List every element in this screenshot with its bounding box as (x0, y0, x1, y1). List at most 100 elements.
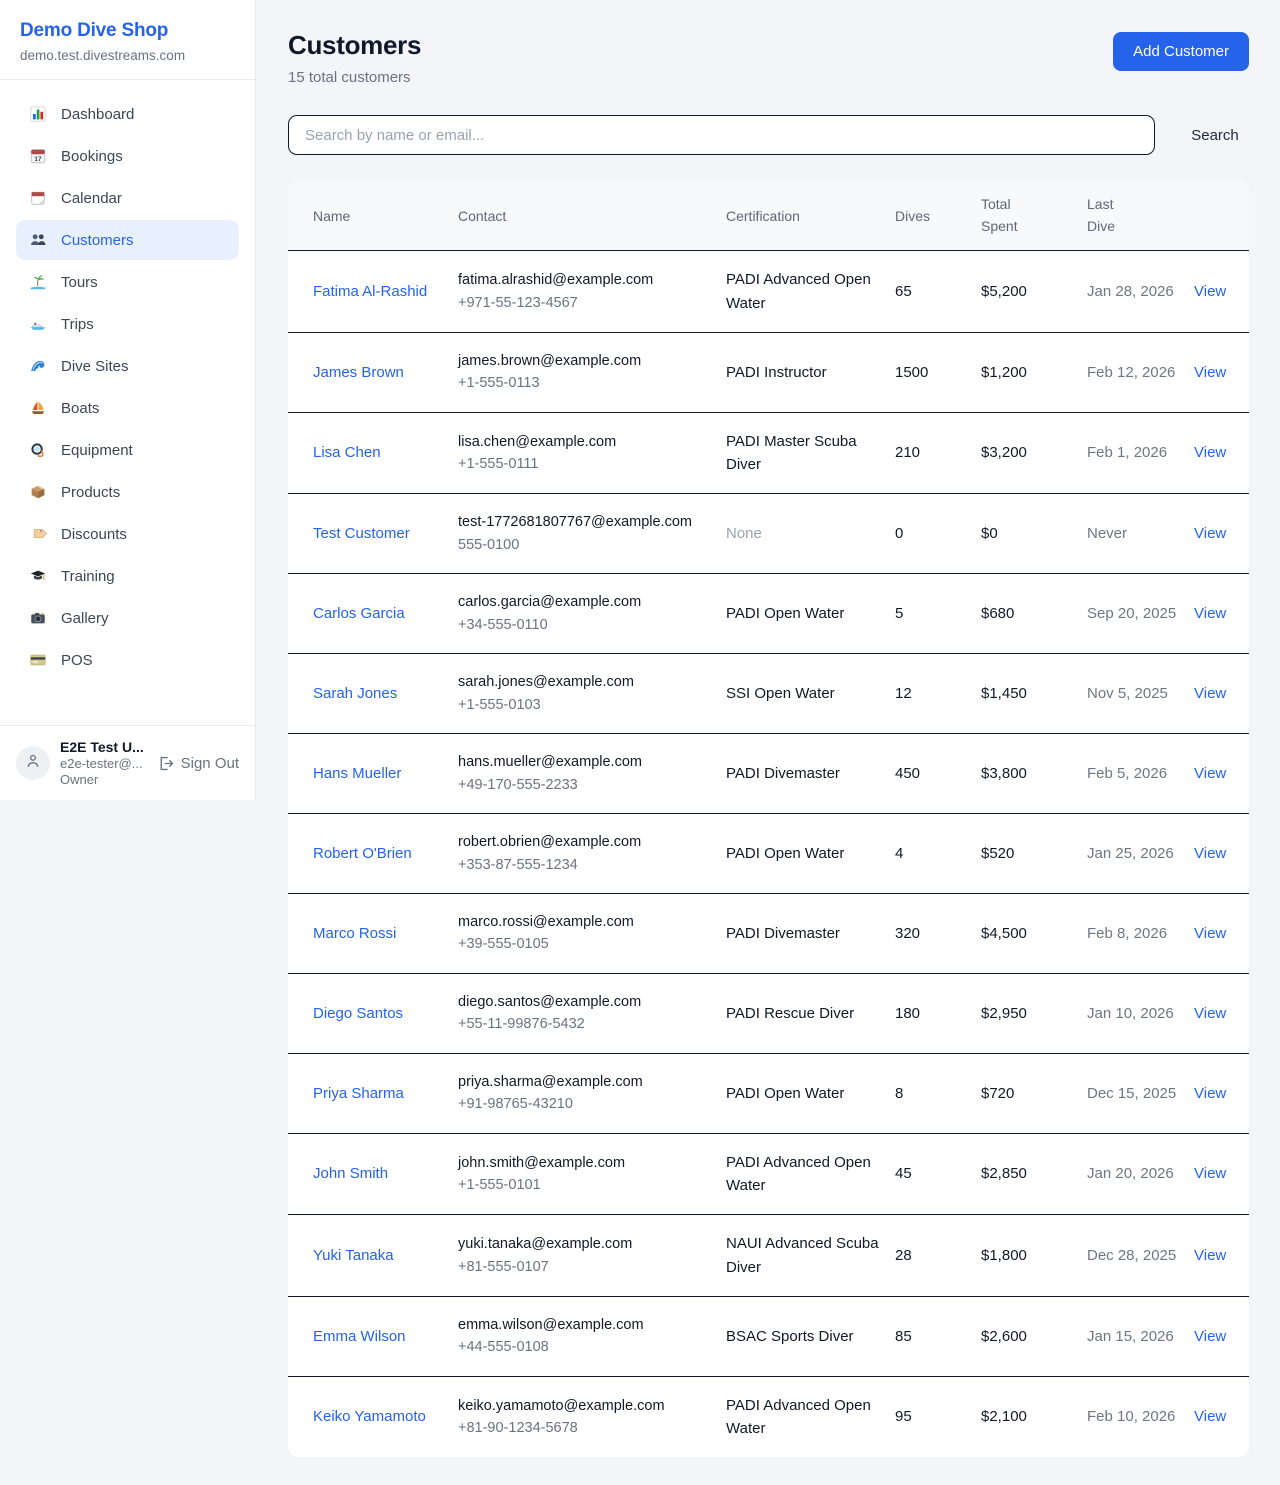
view-link[interactable]: View (1194, 1247, 1226, 1264)
sidebar-item-bookings[interactable]: 17 Bookings (16, 136, 239, 176)
customer-phone: +34-555-0110 (458, 614, 714, 636)
view-link[interactable]: View (1194, 1165, 1226, 1182)
customer-name-link[interactable]: Test Customer (313, 525, 410, 542)
certification: PADI Advanced Open Water (726, 271, 871, 311)
person-icon (24, 752, 42, 775)
certification: PADI Instructor (726, 364, 827, 381)
customer-phone: +1-555-0113 (458, 372, 714, 394)
customer-email: robert.obrien@example.com (458, 831, 714, 853)
sidebar-item-boats[interactable]: Boats (16, 388, 239, 428)
customers-table: NameContactCertificationDivesTotal Spent… (288, 181, 1249, 1457)
main-content: Customers 15 total customers Add Custome… (256, 0, 1280, 1483)
dives-count: 210 (895, 412, 981, 494)
svg-text:17: 17 (34, 156, 42, 163)
sidebar-item-pos[interactable]: POS (16, 640, 239, 680)
customer-name-link[interactable]: Sarah Jones (313, 685, 397, 702)
customer-email: yuki.tanaka@example.com (458, 1233, 714, 1255)
customer-name-link[interactable]: James Brown (313, 364, 404, 381)
customer-name-link[interactable]: Yuki Tanaka (313, 1247, 394, 1264)
sidebar-item-label: Dive Sites (61, 358, 129, 375)
sidebar-item-label: Bookings (61, 148, 123, 165)
sidebar-item-discounts[interactable]: Discounts (16, 514, 239, 554)
dives-count: 12 (895, 654, 981, 734)
total-spent: $1,450 (981, 654, 1087, 734)
view-link[interactable]: View (1194, 845, 1226, 862)
dive-sites-icon (28, 356, 48, 376)
customer-email: priya.sharma@example.com (458, 1071, 714, 1093)
sign-out-button[interactable]: Sign Out (157, 755, 239, 772)
customer-phone: +353-87-555-1234 (458, 854, 714, 876)
customer-name-link[interactable]: Diego Santos (313, 1005, 403, 1022)
view-link[interactable]: View (1194, 925, 1226, 942)
customer-name-link[interactable]: Keiko Yamamoto (313, 1408, 426, 1425)
search-input[interactable] (288, 115, 1155, 155)
sidebar: Demo Dive Shop demo.test.divestreams.com… (0, 0, 256, 800)
customer-name-link[interactable]: Emma Wilson (313, 1328, 406, 1345)
certification: BSAC Sports Diver (726, 1328, 854, 1345)
table-row: John Smithjohn.smith@example.com+1-555-0… (288, 1133, 1249, 1215)
view-link[interactable]: View (1194, 685, 1226, 702)
table-row: Keiko Yamamoto keiko.yamamoto@example.com… (288, 1376, 1249, 1457)
customer-phone: +91-98765-43210 (458, 1093, 714, 1115)
customer-name-link[interactable]: Robert O'Brien (313, 845, 412, 862)
sidebar-item-label: Equipment (61, 442, 133, 459)
dives-count: 1500 (895, 332, 981, 412)
sidebar-item-trips[interactable]: Trips (16, 304, 239, 344)
sidebar-item-calendar[interactable]: Calendar (16, 178, 239, 218)
calendar-icon (28, 188, 48, 208)
certification: PADI Open Water (726, 1085, 844, 1102)
sidebar-item-training[interactable]: Training (16, 556, 239, 596)
dives-count: 320 (895, 894, 981, 974)
customer-name-link[interactable]: Priya Sharma (313, 1085, 404, 1102)
view-link[interactable]: View (1194, 765, 1226, 782)
view-link[interactable]: View (1194, 605, 1226, 622)
customer-email: fatima.alrashid@example.com (458, 269, 714, 291)
customer-phone: +55-11-99876-5432 (458, 1013, 714, 1035)
sidebar-item-customers[interactable]: Customers (16, 220, 239, 260)
view-link[interactable]: View (1194, 1408, 1226, 1425)
customer-phone: +44-555-0108 (458, 1336, 714, 1358)
page-title: Customers (288, 30, 421, 61)
customer-phone: +971-55-123-4567 (458, 292, 714, 314)
products-icon (28, 482, 48, 502)
sidebar-item-dashboard[interactable]: Dashboard (16, 94, 239, 134)
sidebar-item-products[interactable]: Products (16, 472, 239, 512)
customer-name-link[interactable]: John Smith (313, 1165, 388, 1182)
customer-name-link[interactable]: Hans Mueller (313, 765, 401, 782)
search-button[interactable]: Search (1181, 119, 1249, 152)
avatar (16, 746, 50, 780)
view-link[interactable]: View (1194, 1085, 1226, 1102)
sidebar-item-label: Discounts (61, 526, 127, 543)
certification: PADI Divemaster (726, 925, 840, 942)
view-link[interactable]: View (1194, 1328, 1226, 1345)
table-row: Priya Sharma priya.sharma@example.com+91-… (288, 1053, 1249, 1133)
sidebar-item-equipment[interactable]: Equipment (16, 430, 239, 470)
brand-title: Demo Dive Shop (20, 20, 235, 42)
discounts-icon (28, 524, 48, 544)
customer-name-link[interactable]: Marco Rossi (313, 925, 396, 942)
customer-email: keiko.yamamoto@example.com (458, 1395, 714, 1417)
view-link[interactable]: View (1194, 283, 1226, 300)
sidebar-item-tours[interactable]: Tours (16, 262, 239, 302)
view-link[interactable]: View (1194, 1005, 1226, 1022)
dives-count: 0 (895, 494, 981, 574)
add-customer-button[interactable]: Add Customer (1113, 32, 1249, 71)
sign-out-icon (157, 755, 174, 772)
customer-phone: +1-555-0103 (458, 694, 714, 716)
column-header-dives: Dives (895, 181, 981, 251)
view-link[interactable]: View (1194, 364, 1226, 381)
customer-name-link[interactable]: Fatima Al-Rashid (313, 283, 427, 300)
total-spent: $3,800 (981, 734, 1087, 814)
sidebar-item-gallery[interactable]: Gallery (16, 598, 239, 638)
user-role: Owner (60, 772, 144, 787)
sidebar-item-dive-sites[interactable]: Dive Sites (16, 346, 239, 386)
customer-name-link[interactable]: Lisa Chen (313, 444, 381, 461)
last-dive-date: Dec 28, 2025 (1087, 1215, 1194, 1297)
total-spent: $2,600 (981, 1296, 1087, 1376)
last-dive-date: Jan 10, 2026 (1087, 973, 1194, 1053)
view-link[interactable]: View (1194, 525, 1226, 542)
table-row: Robert O'Brien robert.obrien@example.com+… (288, 814, 1249, 894)
customer-name-link[interactable]: Carlos Garcia (313, 605, 405, 622)
table-body: Fatima Al-Rashid fatima.alrashid@example.… (288, 251, 1249, 1457)
view-link[interactable]: View (1194, 444, 1226, 461)
